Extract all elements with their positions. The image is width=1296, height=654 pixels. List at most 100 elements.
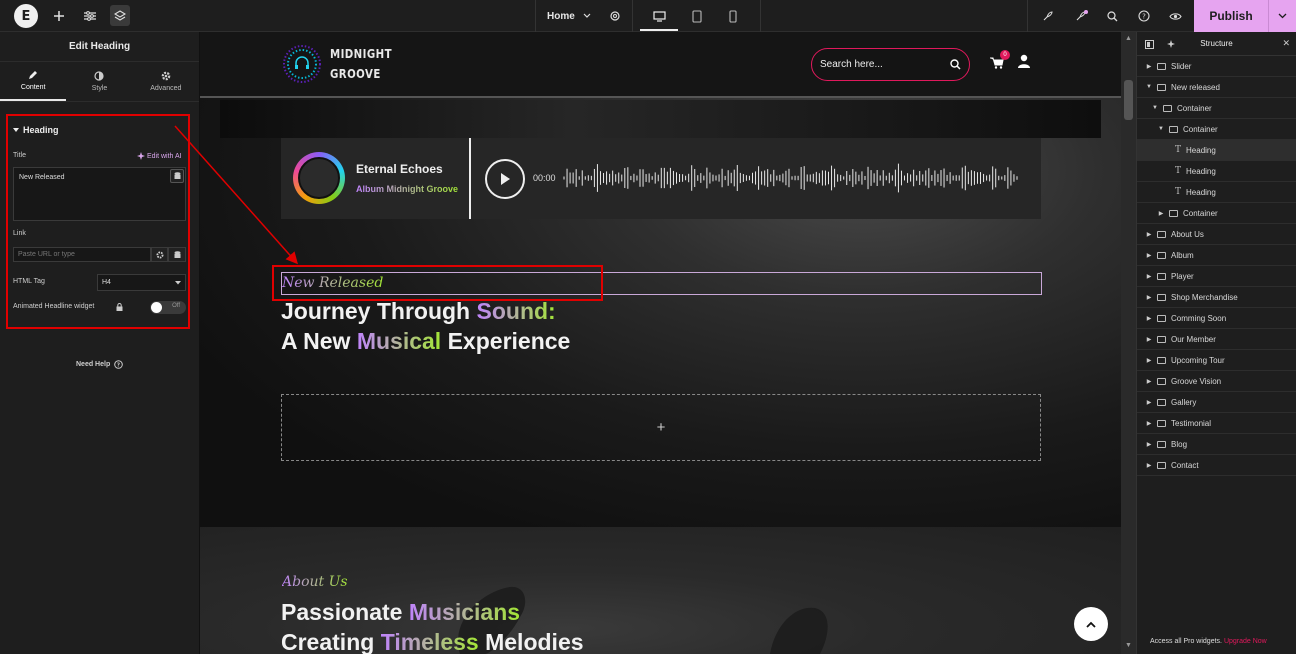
add-element-icon[interactable] (50, 0, 68, 32)
caret-right-icon[interactable]: ▶ (1145, 336, 1153, 343)
chevron-up-icon (1086, 621, 1096, 628)
caret-right-icon[interactable]: ▶ (1145, 378, 1153, 385)
structure-item-label: Album (1171, 250, 1194, 260)
structure-item[interactable]: ▼ Container (1137, 119, 1296, 140)
structure-layers-icon[interactable] (110, 5, 130, 26)
caret-right-icon[interactable]: ▶ (1145, 357, 1153, 364)
launchpad-rocket-icon[interactable] (1038, 0, 1056, 32)
scroll-up-arrow-icon[interactable]: ▲ (1125, 35, 1132, 42)
scroll-to-top-button[interactable] (1074, 607, 1108, 641)
structure-item[interactable]: ▶ Gallery (1137, 392, 1296, 413)
notifications-icon[interactable] (1072, 0, 1090, 32)
caret-right-icon[interactable]: ▶ (1145, 399, 1153, 406)
site-header: MIDNIGHT GROOVE Search here... 0 (200, 32, 1121, 98)
tab-style[interactable]: Style (66, 62, 132, 101)
caret-right-icon[interactable]: ▶ (1145, 462, 1153, 469)
gear-icon (161, 71, 171, 81)
structure-item[interactable]: ▶ Slider (1137, 56, 1296, 77)
structure-item[interactable]: T Heading (1137, 182, 1296, 203)
caret-right-icon[interactable]: ▶ (1145, 294, 1153, 301)
structure-item[interactable]: ▼ New released (1137, 77, 1296, 98)
structure-item[interactable]: ▶ Testimonial (1137, 413, 1296, 434)
site-logo[interactable]: MIDNIGHT GROOVE (282, 44, 403, 84)
structure-item[interactable]: ▶ Album (1137, 245, 1296, 266)
upgrade-now-link[interactable]: Upgrade Now (1224, 638, 1267, 645)
caret-right-icon[interactable]: ▶ (1145, 252, 1153, 259)
container-icon (1157, 251, 1166, 259)
mobile-view-icon[interactable] (723, 0, 743, 32)
site-search-input[interactable]: Search here... (811, 48, 970, 81)
structure-item[interactable]: ▶ Our Member (1137, 329, 1296, 350)
publish-button[interactable]: Publish (1194, 0, 1268, 32)
structure-item[interactable]: ▶ Shop Merchandise (1137, 287, 1296, 308)
need-help-link[interactable]: Need Help ? (76, 360, 124, 369)
page-settings-gear-icon[interactable] (609, 10, 621, 22)
container-icon (1157, 272, 1166, 280)
dock-panel-icon[interactable] (1145, 40, 1154, 49)
hero-text: Journey Through (281, 298, 477, 324)
structure-item[interactable]: T Heading (1137, 161, 1296, 182)
tab-label: Content (20, 84, 46, 91)
tab-advanced[interactable]: Advanced (133, 62, 199, 101)
caret-right-icon[interactable]: ▶ (1145, 231, 1153, 238)
structure-item[interactable]: ▶ About Us (1137, 224, 1296, 245)
caret-right-icon[interactable]: ▶ (1145, 420, 1153, 427)
structure-item[interactable]: ▶ Contact (1137, 455, 1296, 476)
tab-content[interactable]: Content (0, 62, 67, 101)
scroll-down-arrow-icon[interactable]: ▼ (1125, 642, 1132, 649)
cart-icon[interactable]: 0 (990, 50, 1010, 74)
caret-down-icon[interactable]: ▼ (1151, 105, 1159, 111)
play-button[interactable] (485, 159, 525, 199)
heading-widget-icon: T (1175, 145, 1182, 155)
preview-eye-icon[interactable] (1166, 0, 1184, 32)
hero-heading-line2: A New Musical Experience (281, 328, 570, 355)
about-text: Melodies (478, 629, 584, 654)
annotation-highlight-box (272, 265, 603, 301)
structure-item[interactable]: ▶ Comming Soon (1137, 308, 1296, 329)
structure-item-label: Container (1183, 208, 1218, 218)
desktop-view-icon[interactable] (648, 0, 670, 32)
play-icon (501, 173, 510, 185)
structure-title: Structure (1200, 39, 1233, 48)
caret-right-icon[interactable]: ▶ (1145, 63, 1153, 70)
container-icon (1157, 461, 1166, 469)
search-icon[interactable] (950, 59, 961, 70)
page-selector[interactable]: Home (547, 0, 621, 32)
structure-item-label: Testimonial (1171, 418, 1212, 428)
structure-item[interactable]: ▶ Player (1137, 266, 1296, 287)
headphones-logo-icon (283, 45, 321, 83)
help-icon[interactable]: ? (1135, 0, 1153, 32)
structure-item[interactable]: ▶ Container (1137, 203, 1296, 224)
structure-item[interactable]: ▶ Blog (1137, 434, 1296, 455)
tablet-view-icon[interactable] (686, 0, 708, 32)
search-icon[interactable] (1103, 0, 1121, 32)
scrollbar-thumb[interactable] (1124, 80, 1133, 120)
tab-label: Style (91, 85, 108, 92)
structure-item-label: Groove Vision (1171, 376, 1222, 386)
waveform[interactable] (563, 160, 1018, 196)
canvas-scrollbar[interactable]: ▲ ▼ (1121, 32, 1136, 654)
site-settings-icon[interactable] (81, 0, 99, 32)
container-icon (1157, 335, 1166, 343)
caret-down-icon[interactable]: ▼ (1145, 84, 1153, 90)
ai-sparkle-icon[interactable] (1167, 40, 1177, 49)
user-account-icon[interactable] (1018, 54, 1030, 73)
elementor-logo-icon[interactable]: E (14, 4, 38, 28)
structure-item[interactable]: T Heading (1137, 140, 1296, 161)
caret-right-icon[interactable]: ▶ (1145, 273, 1153, 280)
close-icon[interactable]: ✕ (1282, 38, 1290, 49)
caret-right-icon[interactable]: ▶ (1145, 315, 1153, 322)
structure-item[interactable]: ▶ Upcoming Tour (1137, 350, 1296, 371)
structure-item[interactable]: ▶ Groove Vision (1137, 371, 1296, 392)
caret-right-icon[interactable]: ▶ (1145, 441, 1153, 448)
structure-item[interactable]: ▼ Container (1137, 98, 1296, 119)
hero-heading-line1: Journey Through Sound: (281, 298, 556, 325)
structure-item-label: Our Member (1171, 334, 1216, 344)
heading-widget-icon: T (1175, 187, 1182, 197)
caret-down-icon[interactable]: ▼ (1157, 126, 1165, 132)
add-element-dropzone[interactable]: + (281, 394, 1041, 461)
structure-item-label: Contact (1171, 460, 1199, 470)
caret-right-icon[interactable]: ▶ (1157, 210, 1165, 217)
publish-options-button[interactable] (1268, 0, 1296, 32)
tab-label: Advanced (150, 85, 182, 92)
